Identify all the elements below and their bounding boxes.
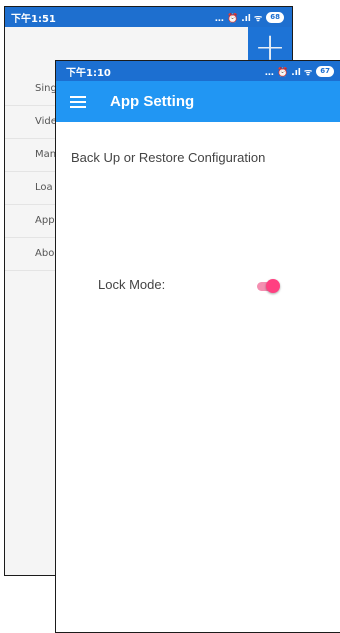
page-title: App Setting	[110, 93, 195, 110]
front-status-time: 下午1:10	[66, 67, 111, 79]
lock-mode-toggle[interactable]	[257, 279, 281, 293]
back-battery-icon: 68	[266, 11, 284, 23]
back-status-time: 下午1:51	[11, 13, 56, 25]
back-status-icons: … ⏰ .ıl ᯤ 68	[215, 11, 284, 24]
app-bar: App Setting	[56, 81, 340, 122]
toggle-thumb	[266, 279, 280, 293]
lock-mode-label: Lock Mode:	[98, 277, 166, 292]
back-status-bar: 下午1:51 … ⏰ .ıl ᯤ 68	[5, 7, 292, 27]
front-status-icons: … ⏰ .ıl ᯤ 67	[265, 65, 334, 78]
front-battery-icon: 67	[316, 65, 334, 77]
backup-restore-option[interactable]: Back Up or Restore Configuration	[71, 150, 265, 165]
front-status-bar: 下午1:10 … ⏰ .ıl ᯤ 67	[56, 61, 340, 81]
app-setting-screen: 下午1:10 … ⏰ .ıl ᯤ 67 App Setting Back Up …	[55, 60, 340, 633]
hamburger-menu-icon[interactable]	[70, 95, 86, 108]
screenshot-canvas: 下午1:51 … ⏰ .ıl ᯤ 68 + Sing Vide Man Loa …	[0, 0, 340, 633]
front-status-indicators: … ⏰ .ıl ᯤ	[264, 67, 313, 78]
back-status-indicators: … ⏰ .ıl ᯤ	[214, 13, 263, 24]
